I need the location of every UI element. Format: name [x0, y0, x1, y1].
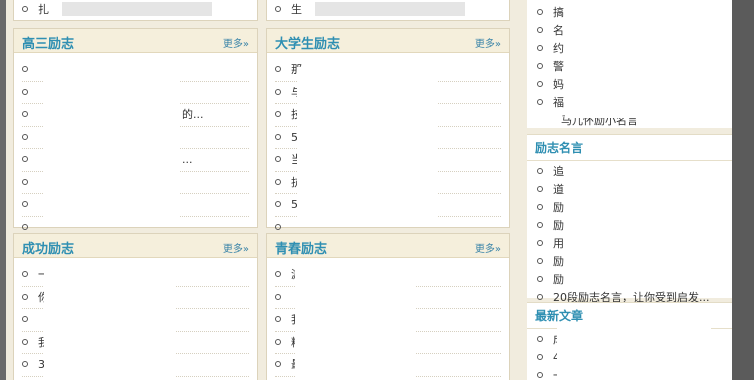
- more-link[interactable]: 更多»: [223, 35, 249, 50]
- redaction-box: [567, 161, 691, 281]
- panel-daxuesheng: 大学生励志 更多» 那 与 技 5 当 抗 5: [266, 28, 510, 239]
- bullet-icon: [537, 63, 543, 69]
- bullet-icon: [537, 99, 543, 105]
- panel-gaosan: 高三励志 更多» 的... ...: [13, 28, 258, 239]
- bullet-icon: [275, 6, 281, 12]
- redaction-box: [62, 2, 212, 16]
- window-right-edge: [732, 0, 754, 380]
- bullet-icon: [275, 133, 281, 140]
- bullet-icon: [22, 133, 28, 140]
- bullet-icon: [275, 361, 281, 367]
- bullet-icon: [275, 111, 281, 117]
- sidebar-section-title[interactable]: 最新文章: [527, 303, 732, 329]
- more-link[interactable]: 更多»: [475, 35, 501, 50]
- bullet-icon: [537, 294, 543, 300]
- bullet-icon: [22, 111, 28, 117]
- bullet-icon: [275, 178, 281, 185]
- bullet-icon: [22, 201, 28, 207]
- redaction-box: [44, 73, 180, 221]
- redaction-box: [315, 2, 465, 16]
- bullet-icon: [275, 201, 281, 207]
- bullet-icon: [537, 81, 543, 87]
- panel-header: 高三励志 更多»: [14, 29, 257, 53]
- bullet-icon: [275, 338, 281, 345]
- bullet-icon: [22, 293, 28, 300]
- panel-chenggong: 成功励志 更多» 一 你 我 3: [13, 233, 258, 380]
- bullet-icon: [275, 271, 281, 277]
- more-link[interactable]: 更多»: [223, 240, 249, 255]
- bullet-icon: [537, 27, 543, 33]
- redaction-box: [297, 67, 437, 227]
- bullet-icon: [275, 88, 281, 95]
- bullet-icon: [537, 354, 543, 360]
- bullet-icon: [22, 88, 28, 95]
- bullet-icon: [537, 276, 543, 282]
- bullet-icon: [275, 223, 281, 230]
- bullet-icon: [275, 293, 281, 300]
- panel-qingchun: 青春励志 更多» 游 我 粉 最: [266, 233, 510, 380]
- bullet-icon: [22, 178, 28, 185]
- bullet-icon: [22, 338, 28, 345]
- panel-header: 青春励志 更多»: [267, 234, 509, 258]
- bullet-icon: [22, 361, 28, 367]
- window-left-edge: [0, 0, 6, 380]
- bullet-icon: [537, 168, 543, 174]
- bullet-icon: [22, 156, 28, 162]
- bullet-icon: [22, 6, 28, 12]
- sidebar-top-block: 搞 名 约 警 妈 福 马儿怀励小名言: [527, 0, 732, 128]
- bullet-icon: [537, 186, 543, 192]
- bullet-icon: [537, 222, 543, 228]
- bullet-icon: [22, 223, 28, 230]
- redaction-box: [295, 262, 415, 380]
- panel-header: 大学生励志 更多»: [267, 29, 509, 53]
- bullet-icon: [537, 204, 543, 210]
- panel-top-left-partial: 扎: [13, 0, 258, 21]
- redaction-box: [565, 8, 689, 118]
- panel-title[interactable]: 青春励志: [275, 238, 327, 257]
- bullet-icon: [275, 66, 281, 72]
- bullet-icon: [537, 45, 543, 51]
- bullet-icon: [537, 9, 543, 15]
- sidebar-zuixin-wenzhang: 最新文章 成 40 一: [527, 302, 732, 380]
- bullet-icon: [22, 316, 28, 322]
- panel-title[interactable]: 成功励志: [22, 238, 74, 257]
- more-link[interactable]: 更多»: [475, 240, 501, 255]
- panel-title[interactable]: 高三励志: [22, 33, 74, 52]
- bullet-icon: [537, 240, 543, 246]
- sidebar-section-title[interactable]: 励志名言: [527, 135, 732, 161]
- bullet-icon: [537, 372, 543, 378]
- panel-title[interactable]: 大学生励志: [275, 33, 340, 52]
- redaction-box: [557, 327, 711, 379]
- redaction-box: [44, 262, 176, 380]
- sidebar-lizhi-mingyan: 励志名言 追 道 励 励 用 励 励 20段励志名言，让你受到启发...: [527, 134, 732, 304]
- bullet-icon: [22, 66, 28, 72]
- bullet-icon: [22, 271, 28, 277]
- panel-header: 成功励志 更多»: [14, 234, 257, 258]
- bullet-icon: [537, 336, 543, 342]
- bullet-icon: [537, 258, 543, 264]
- bullet-icon: [275, 316, 281, 322]
- panel-top-middle-partial: 生: [266, 0, 510, 21]
- bullet-icon: [275, 156, 281, 162]
